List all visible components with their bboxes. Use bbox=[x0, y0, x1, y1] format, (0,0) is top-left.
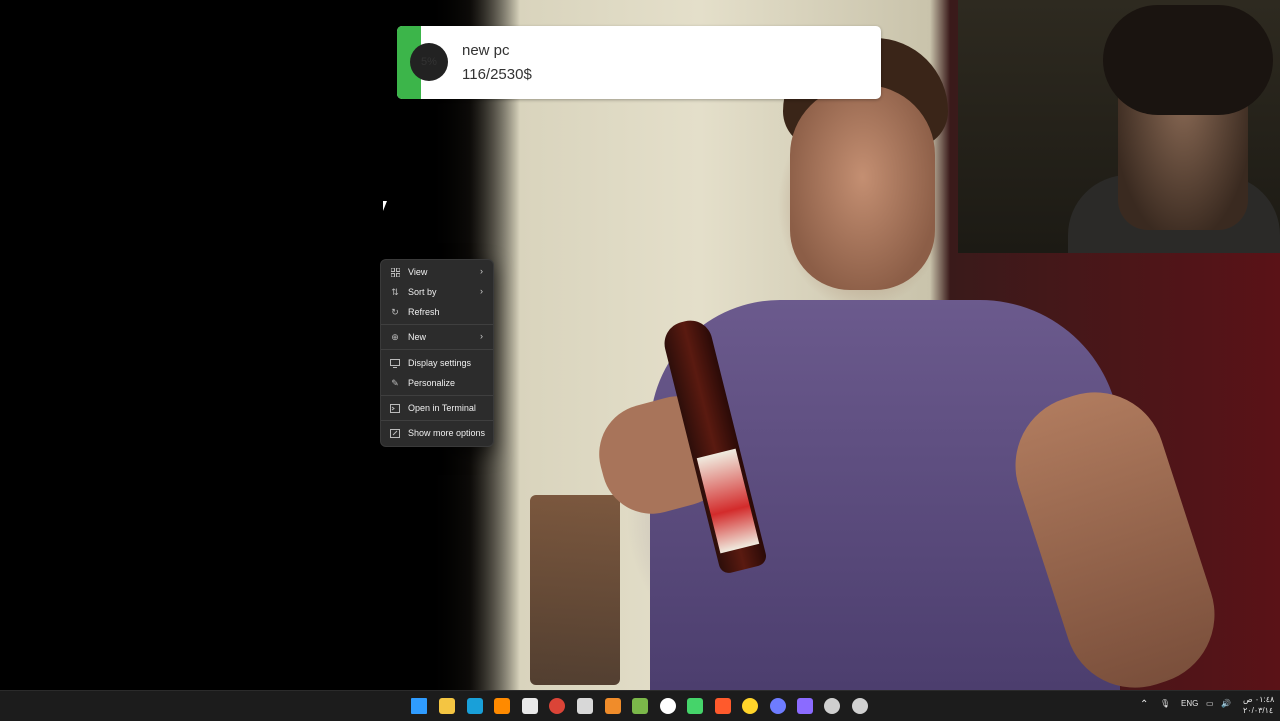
pen-icon: ✎ bbox=[391, 377, 399, 388]
menu-separator bbox=[381, 420, 493, 421]
menu-item-label: View bbox=[408, 267, 428, 277]
chevron-right-icon: › bbox=[480, 331, 483, 341]
menu-item-show-more-options[interactable]: Show more options bbox=[385, 424, 489, 442]
goal-title: new pc bbox=[462, 42, 510, 59]
menu-item-view[interactable]: View › bbox=[385, 263, 489, 281]
menu-separator bbox=[381, 324, 493, 325]
sort-icon: ⇅ bbox=[391, 286, 399, 297]
menu-item-label: Refresh bbox=[408, 307, 440, 317]
view-grid-icon bbox=[390, 267, 400, 277]
chevron-right-icon: › bbox=[480, 286, 483, 296]
folder-icon[interactable] bbox=[439, 698, 455, 714]
goal-widget: 5% new pc 116/2530$ bbox=[397, 26, 881, 99]
menu-item-personalize[interactable]: ✎ Personalize bbox=[385, 374, 489, 392]
display-icon bbox=[390, 358, 400, 368]
7zip-icon[interactable] bbox=[577, 698, 593, 714]
menu-item-open-terminal[interactable]: Open in Terminal bbox=[385, 399, 489, 417]
desktop-context-menu: View › ⇅ Sort by › ↻ Refresh ⊕ New › Dis… bbox=[380, 259, 494, 447]
windows-start-icon[interactable] bbox=[411, 698, 427, 714]
brave-icon[interactable] bbox=[715, 698, 731, 714]
obs-icon[interactable] bbox=[824, 698, 840, 714]
menu-item-sort-by[interactable]: ⇅ Sort by › bbox=[385, 283, 489, 301]
menu-item-label: Show more options bbox=[408, 428, 486, 438]
gear-icon[interactable] bbox=[852, 698, 868, 714]
wallpaper-chair bbox=[530, 495, 620, 685]
goal-amount: 116/2530$ bbox=[462, 66, 532, 83]
chrome-icon[interactable] bbox=[549, 698, 565, 714]
mouse-cursor bbox=[383, 201, 387, 211]
edge-icon[interactable] bbox=[467, 698, 483, 714]
menu-item-label: Display settings bbox=[408, 358, 472, 368]
goal-percent-badge: 5% bbox=[410, 43, 448, 81]
clock-time[interactable]: ٠١:٤٨ ص bbox=[1243, 695, 1274, 704]
microphone-icon[interactable]: 🎙 bbox=[1160, 699, 1170, 708]
wallpaper-face bbox=[790, 85, 935, 290]
menu-item-label: Personalize bbox=[408, 378, 456, 388]
menu-item-refresh[interactable]: ↻ Refresh bbox=[385, 303, 489, 321]
chat-bubble-icon[interactable] bbox=[660, 698, 676, 714]
menu-item-label: Open in Terminal bbox=[408, 403, 476, 413]
yellow-circle-icon[interactable] bbox=[742, 698, 758, 714]
discord-icon[interactable] bbox=[770, 698, 786, 714]
layers-icon[interactable] bbox=[632, 698, 648, 714]
webcam-person-hair bbox=[1103, 5, 1273, 115]
terminal-icon bbox=[390, 403, 400, 413]
blender-icon[interactable] bbox=[605, 698, 621, 714]
menu-item-display-settings[interactable]: Display settings bbox=[385, 354, 489, 372]
volume-icon[interactable]: 🔊 bbox=[1221, 699, 1231, 708]
clock-date[interactable]: ٢٠/٠٣/١٤ bbox=[1243, 706, 1273, 715]
more-options-icon bbox=[390, 428, 400, 438]
webcam-overlay bbox=[958, 0, 1280, 253]
menu-item-label: Sort by bbox=[408, 287, 437, 297]
taskbar: ⌃ 🎙 ENG ▭ 🔊 ٠١:٤٨ ص ٢٠/٠٣/١٤ bbox=[0, 690, 1280, 721]
network-icon[interactable]: ▭ bbox=[1206, 699, 1214, 708]
menu-separator bbox=[381, 395, 493, 396]
store-icon[interactable] bbox=[522, 698, 538, 714]
language-indicator[interactable]: ENG bbox=[1181, 699, 1198, 708]
new-plus-icon: ⊕ bbox=[391, 331, 399, 342]
lambda-icon[interactable] bbox=[687, 698, 703, 714]
menu-item-new[interactable]: ⊕ New › bbox=[385, 328, 489, 346]
menu-item-label: New bbox=[408, 332, 427, 342]
letter-a-icon[interactable] bbox=[797, 698, 813, 714]
chevron-up-icon[interactable]: ⌃ bbox=[1140, 699, 1148, 710]
chevron-right-icon: › bbox=[480, 266, 483, 276]
illustrator-icon[interactable] bbox=[494, 698, 510, 714]
refresh-icon: ↻ bbox=[391, 306, 399, 317]
menu-separator bbox=[381, 349, 493, 350]
